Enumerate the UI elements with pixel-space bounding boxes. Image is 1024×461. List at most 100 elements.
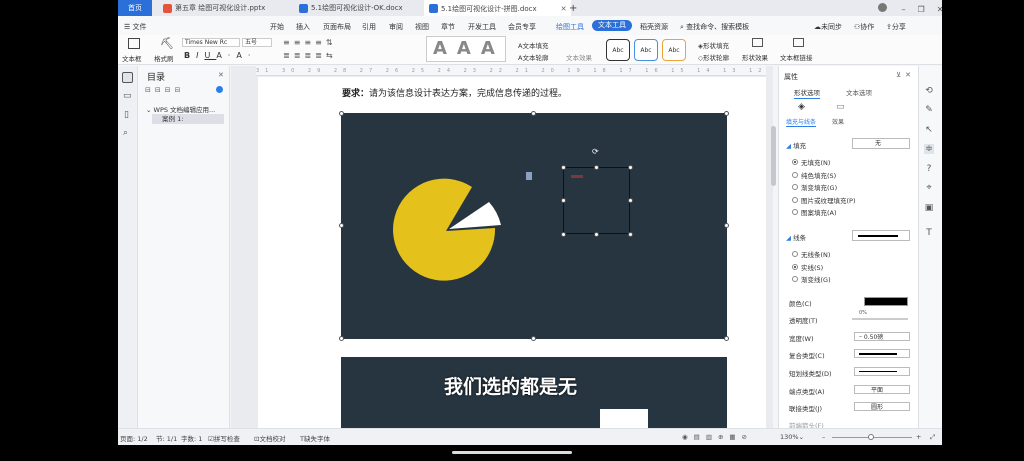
- join-select[interactable]: 圆形: [854, 402, 910, 411]
- zoom-in-icon[interactable]: +: [916, 433, 921, 441]
- tab-home[interactable]: 首页: [118, 0, 152, 16]
- font-select[interactable]: Times New Rc: [182, 38, 240, 47]
- line-none-radio[interactable]: 无线条(N): [792, 249, 830, 259]
- status-page[interactable]: 页面: 1/2: [120, 433, 148, 443]
- panel-controls[interactable]: ⊻✕: [896, 71, 915, 79]
- restore-icon[interactable]: ❐: [918, 5, 937, 14]
- shape-handle[interactable]: [594, 232, 599, 237]
- line-style-select[interactable]: [852, 230, 910, 241]
- line-gradient-radio[interactable]: 渐变线(G): [792, 274, 831, 284]
- zoom-thumb[interactable]: [868, 434, 874, 440]
- settings-slider-icon[interactable]: ≑: [924, 144, 934, 154]
- dash-select[interactable]: [854, 367, 910, 376]
- fullscreen-icon[interactable]: ⤢: [930, 433, 935, 442]
- fill-none-radio[interactable]: 无填充(N): [792, 157, 830, 167]
- font-size-select[interactable]: 五号: [242, 38, 272, 47]
- format-buttons[interactable]: BIUA·A·: [184, 51, 256, 60]
- tab-effect[interactable]: 效果: [832, 117, 844, 126]
- location-icon[interactable]: ⌖: [924, 183, 934, 193]
- shape-handle[interactable]: [561, 232, 566, 237]
- tab-shape-options[interactable]: 形状选项: [794, 87, 820, 99]
- width-stepper[interactable]: – 0.50磅: [854, 332, 910, 341]
- pen-icon[interactable]: ✎: [924, 105, 934, 115]
- shape-handle[interactable]: [628, 232, 633, 237]
- bookmark-icon[interactable]: ▯: [124, 110, 129, 120]
- format-painter-button[interactable]: 格式刷: [154, 53, 174, 63]
- fill-picture-radio[interactable]: 图片或纹理填充(P): [792, 195, 856, 205]
- paragraph-buttons[interactable]: ≡≡≡≡⇅: [283, 38, 337, 47]
- compound-select[interactable]: [854, 349, 910, 358]
- menu-item-dev[interactable]: 开发工具: [468, 22, 496, 32]
- menu-item-resource[interactable]: 稻壳资源: [640, 22, 668, 32]
- line-section-header[interactable]: ◢ 线条: [786, 232, 806, 242]
- fill-solid-radio[interactable]: 纯色填充(S): [792, 170, 836, 180]
- fill-gradient-radio[interactable]: 渐变填充(G): [792, 182, 837, 192]
- shape-style-1[interactable]: Abc: [606, 39, 630, 61]
- avatar[interactable]: [878, 3, 887, 12]
- textbox-button[interactable]: 文本框: [122, 53, 142, 63]
- font-missing[interactable]: T缺失字体: [300, 433, 330, 443]
- align-buttons[interactable]: ≣≣≣≣⇆: [283, 51, 337, 60]
- toc-tools[interactable]: ⊟⊟⊟⊟: [145, 86, 184, 94]
- tab-docx-ok[interactable]: 5.1绘图可视化设计-OK.docx: [294, 0, 408, 16]
- toc-item[interactable]: ⌄ WPS 文档编辑应用...: [146, 104, 215, 114]
- image-handle[interactable]: [339, 111, 344, 116]
- tab-fill-line[interactable]: 填充与线条: [786, 117, 817, 127]
- shape-handle[interactable]: [561, 198, 566, 203]
- view-mode-icons[interactable]: ◉▤▥⊕▦⊘: [682, 433, 753, 441]
- color-picker[interactable]: [864, 297, 908, 306]
- shape-outline-button[interactable]: ◇形状轮廓: [698, 52, 729, 62]
- image-icon[interactable]: ▣: [924, 203, 934, 213]
- fill-pattern-radio[interactable]: 图案填充(A): [792, 207, 837, 217]
- toc-mode-icon[interactable]: [216, 86, 223, 93]
- shape-handle[interactable]: [628, 165, 633, 170]
- new-tab-button[interactable]: +: [564, 0, 582, 16]
- tab-pptx[interactable]: 第五章 绘图可视化设计.pptx: [158, 0, 270, 16]
- text-icon[interactable]: T: [924, 228, 934, 238]
- tab-docx-active[interactable]: 5.1绘图可视化设计-拼图.docx ✕: [424, 0, 572, 17]
- doc-proof[interactable]: ⊡文档校对: [254, 433, 285, 443]
- rotate-handle-icon[interactable]: ⟳: [592, 147, 599, 156]
- tab-text-options[interactable]: 文本选项: [846, 87, 872, 97]
- fill-select[interactable]: 无: [852, 138, 910, 149]
- shape-style-3[interactable]: Abc: [662, 39, 686, 61]
- shape-style-2[interactable]: Abc: [634, 39, 658, 61]
- share-button[interactable]: ⇪分享: [886, 22, 906, 32]
- menu-item-text-tools[interactable]: 文本工具: [592, 20, 632, 31]
- unsync-status[interactable]: ☁未同步: [814, 22, 842, 32]
- minimize-icon[interactable]: –: [902, 5, 918, 14]
- folder-icon[interactable]: ▭: [123, 91, 132, 101]
- menu-item-member[interactable]: 会员专享: [508, 22, 536, 32]
- toc-subitem[interactable]: 案例 1:: [152, 114, 224, 124]
- zoom-value[interactable]: 130%⌄: [780, 433, 804, 441]
- image-handle[interactable]: [724, 111, 729, 116]
- menu-item-layout[interactable]: 页面布局: [323, 22, 351, 32]
- shape-effect-button[interactable]: 形状效果: [742, 52, 768, 62]
- search-side-icon[interactable]: ⌕: [123, 128, 128, 138]
- image-handle[interactable]: [339, 336, 344, 341]
- menu-item-ref[interactable]: 引用: [362, 22, 376, 32]
- line-solid-radio[interactable]: 实线(S): [792, 262, 823, 272]
- shape-fill-button[interactable]: ◈形状填充: [698, 40, 729, 50]
- zoom-out-icon[interactable]: –: [822, 433, 825, 441]
- text-outline-button[interactable]: A文本轮廓: [518, 52, 548, 62]
- style-icon[interactable]: ⟲: [924, 86, 934, 96]
- toc-icon[interactable]: [122, 72, 133, 83]
- search-command[interactable]: ⌕ 查找命令、搜索模板: [680, 22, 749, 32]
- text-fill-button[interactable]: A文本填充: [518, 40, 548, 50]
- selected-shape[interactable]: [563, 167, 630, 234]
- close-window-icon[interactable]: ✕: [937, 5, 942, 14]
- menu-item-review[interactable]: 审阅: [389, 22, 403, 32]
- menu-item-insert[interactable]: 插入: [296, 22, 310, 32]
- status-words[interactable]: 字数: 1: [181, 433, 202, 443]
- image-handle[interactable]: [724, 336, 729, 341]
- text-link-button[interactable]: 文本框链接: [780, 52, 813, 62]
- collab-button[interactable]: ⚇协作: [854, 22, 874, 32]
- document-scrollbar[interactable]: [771, 126, 776, 186]
- text-style-large[interactable]: AAA: [426, 36, 506, 62]
- text-effect-button[interactable]: 文本效果: [566, 52, 592, 62]
- menu-item-view[interactable]: 视图: [415, 22, 429, 32]
- help-icon[interactable]: ?: [924, 164, 934, 174]
- menu-item-drawing-tools[interactable]: 绘图工具: [556, 22, 584, 32]
- image-handle[interactable]: [724, 223, 729, 228]
